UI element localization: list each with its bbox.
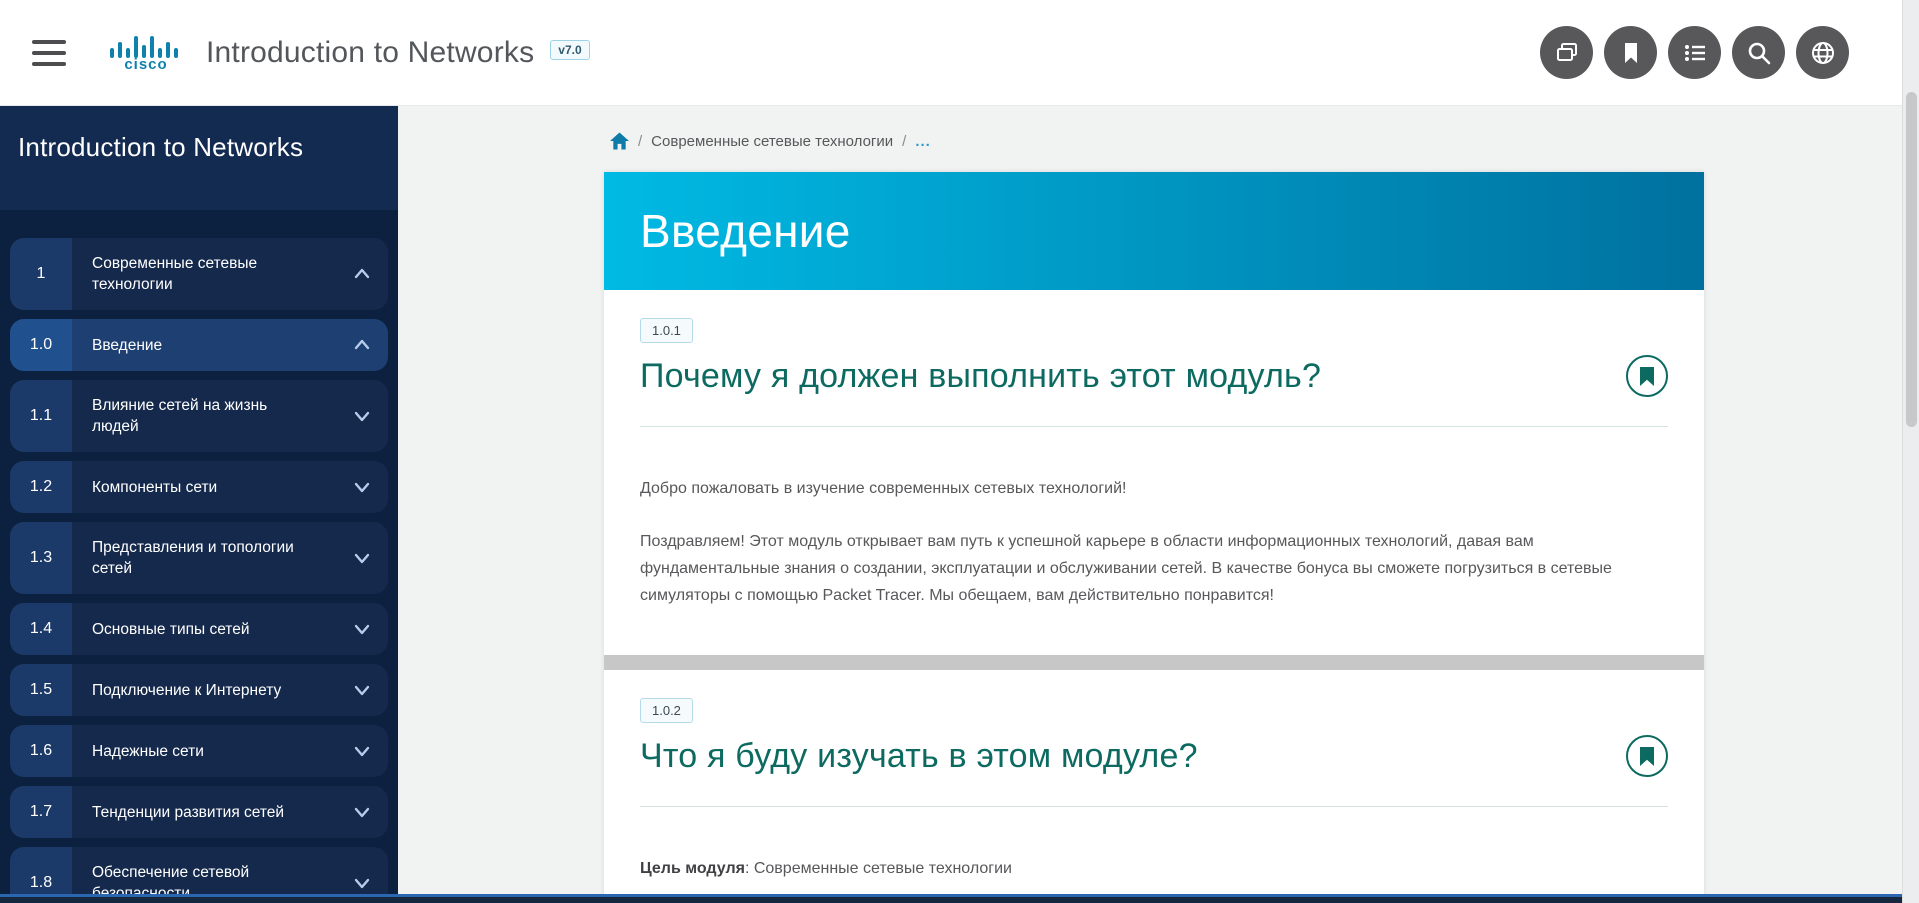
nav-item-label: Представления и топологии сетей bbox=[72, 522, 324, 594]
nav-item-number: 1.2 bbox=[10, 461, 72, 513]
nav-item-number: 1.3 bbox=[10, 522, 72, 594]
breadcrumb-separator: / bbox=[902, 133, 906, 150]
nav-item-label: Подключение к Интернету bbox=[72, 664, 324, 716]
lesson-banner: Введение bbox=[604, 172, 1704, 290]
search-button[interactable] bbox=[1732, 26, 1785, 79]
app-window: cisco Introduction to Networks v7.0 bbox=[0, 0, 1919, 903]
chevron-up-icon bbox=[352, 319, 388, 371]
section-header: Что я буду изучать в этом модуле? bbox=[640, 735, 1668, 778]
nav-item-number: 1.6 bbox=[10, 725, 72, 777]
language-button[interactable] bbox=[1796, 26, 1849, 79]
svg-text:cisco: cisco bbox=[124, 56, 167, 70]
nav-item-module-1[interactable]: 1 Современные сетевые технологии bbox=[10, 238, 388, 310]
nav-item-number: 1.0 bbox=[10, 319, 72, 371]
section-1-0-2: 1.0.2 Что я буду изучать в этом модуле? … bbox=[604, 670, 1704, 903]
search-icon bbox=[1745, 39, 1773, 67]
module-nav: 1 Современные сетевые технологии 1.0 Вве… bbox=[0, 210, 398, 903]
nav-item-1-6[interactable]: 1.6 Надежные сети bbox=[10, 725, 388, 777]
bookmark-icon bbox=[1639, 747, 1655, 766]
nav-item-1-0[interactable]: 1.0 Введение bbox=[10, 319, 388, 371]
breadcrumb-module[interactable]: Современные сетевые технологии bbox=[651, 133, 893, 150]
nav-item-label: Современные сетевые технологии bbox=[72, 238, 324, 310]
chevron-down-icon bbox=[352, 664, 388, 716]
nav-item-1-4[interactable]: 1.4 Основные типы сетей bbox=[10, 603, 388, 655]
table-of-contents-button[interactable] bbox=[1668, 26, 1721, 79]
section-badge: 1.0.1 bbox=[640, 318, 693, 343]
section-title: Почему я должен выполнить этот модуль? bbox=[640, 355, 1321, 398]
version-badge: v7.0 bbox=[550, 40, 589, 60]
menu-icon bbox=[32, 40, 66, 44]
chevron-down-icon bbox=[352, 725, 388, 777]
breadcrumb: / Современные сетевые технологии / ... bbox=[604, 132, 1919, 150]
nav-item-1-1[interactable]: 1.1 Влияние сетей на жизнь людей bbox=[10, 380, 388, 452]
module-goal: Цель модуля: Современные сетевые техноло… bbox=[640, 855, 1650, 882]
breadcrumb-separator: / bbox=[638, 133, 642, 150]
scrollbar-thumb[interactable] bbox=[1906, 92, 1917, 427]
content-area: / Современные сетевые технологии / ... В… bbox=[398, 106, 1919, 903]
course-sidebar: Introduction to Networks 1 Современные с… bbox=[0, 106, 398, 903]
lesson-banner-title: Введение bbox=[640, 204, 851, 258]
nav-item-label: Введение bbox=[72, 319, 324, 371]
menu-button[interactable] bbox=[32, 40, 66, 66]
nav-item-label: Надежные сети bbox=[72, 725, 324, 777]
section-header: Почему я должен выполнить этот модуль? bbox=[640, 355, 1668, 398]
nav-item-label: Влияние сетей на жизнь людей bbox=[72, 380, 324, 452]
nav-item-label: Компоненты сети bbox=[72, 461, 324, 513]
bookmarks-button[interactable] bbox=[1604, 26, 1657, 79]
nav-item-1-3[interactable]: 1.3 Представления и топологии сетей bbox=[10, 522, 388, 594]
globe-icon bbox=[1809, 39, 1837, 67]
chevron-down-icon bbox=[352, 522, 388, 594]
module-goal-label: Цель модуля bbox=[640, 860, 745, 877]
bookmark-icon bbox=[1617, 39, 1645, 67]
chevron-down-icon bbox=[352, 603, 388, 655]
home-icon[interactable] bbox=[610, 132, 629, 150]
cisco-logo: cisco bbox=[108, 36, 184, 70]
section-separator-bar bbox=[604, 655, 1704, 670]
section-1-0-1: 1.0.1 Почему я должен выполнить этот мод… bbox=[604, 290, 1704, 655]
top-header: cisco Introduction to Networks v7.0 bbox=[0, 0, 1919, 106]
list-icon bbox=[1681, 39, 1709, 67]
section-paragraph: Поздравляем! Этот модуль открывает вам п… bbox=[640, 528, 1650, 610]
nav-item-number: 1 bbox=[10, 238, 72, 310]
nav-item-label: Основные типы сетей bbox=[72, 603, 324, 655]
nav-item-number: 1.1 bbox=[10, 380, 72, 452]
chevron-down-icon bbox=[352, 786, 388, 838]
nav-item-number: 1.5 bbox=[10, 664, 72, 716]
scrollbar-track[interactable] bbox=[1902, 0, 1919, 903]
section-bookmark-button[interactable] bbox=[1626, 735, 1668, 777]
nav-item-label: Тенденции развития сетей bbox=[72, 786, 324, 838]
section-badge: 1.0.2 bbox=[640, 698, 693, 723]
module-goal-text: : Современные сетевые технологии bbox=[745, 860, 1012, 877]
header-actions bbox=[1540, 26, 1849, 79]
section-bookmark-button[interactable] bbox=[1626, 355, 1668, 397]
bottom-toolbar-edge bbox=[0, 894, 1919, 903]
nav-item-1-7[interactable]: 1.7 Тенденции развития сетей bbox=[10, 786, 388, 838]
nav-item-number: 1.4 bbox=[10, 603, 72, 655]
course-title: Introduction to Networks bbox=[206, 36, 534, 70]
bookmark-icon bbox=[1639, 367, 1655, 386]
cisco-bridge-icon: cisco bbox=[108, 36, 184, 70]
sidebar-course-title: Introduction to Networks bbox=[18, 132, 380, 163]
chevron-down-icon bbox=[352, 461, 388, 513]
chevron-up-icon bbox=[352, 238, 388, 310]
sidebar-header: Introduction to Networks bbox=[0, 106, 398, 210]
slides-button[interactable] bbox=[1540, 26, 1593, 79]
section-title: Что я буду изучать в этом модуле? bbox=[640, 735, 1198, 778]
lesson-card: Введение 1.0.1 Почему я должен выполнить… bbox=[604, 172, 1704, 903]
nav-item-1-2[interactable]: 1.2 Компоненты сети bbox=[10, 461, 388, 513]
slides-icon bbox=[1552, 38, 1582, 68]
section-divider-line bbox=[640, 806, 1668, 807]
nav-item-1-5[interactable]: 1.5 Подключение к Интернету bbox=[10, 664, 388, 716]
nav-item-number: 1.7 bbox=[10, 786, 72, 838]
section-paragraph: Добро пожаловать в изучение современных … bbox=[640, 475, 1650, 502]
section-divider-line bbox=[640, 426, 1668, 427]
chevron-down-icon bbox=[352, 380, 388, 452]
breadcrumb-ellipsis[interactable]: ... bbox=[915, 133, 931, 150]
